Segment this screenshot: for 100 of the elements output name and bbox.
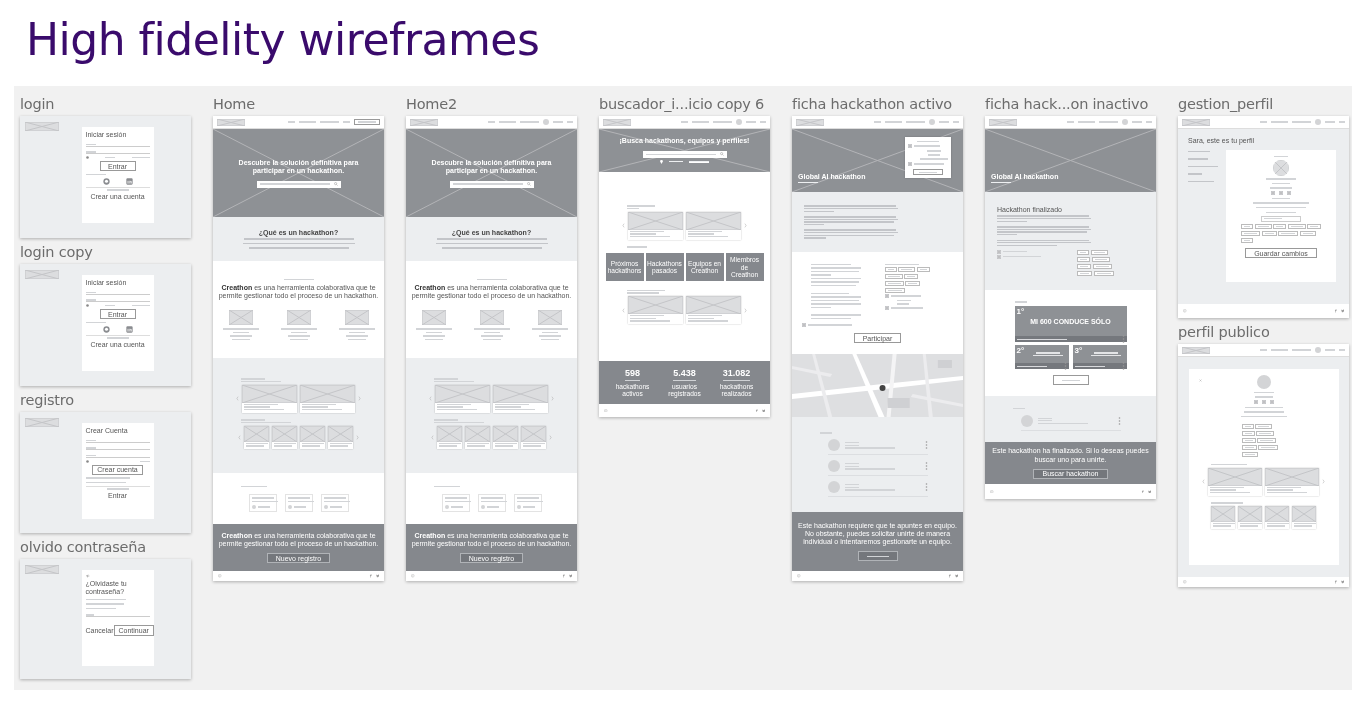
hackathon-card[interactable] [521,425,546,450]
placeholder-text-line [241,485,267,488]
image-placeholder [217,118,245,126]
placeholder-text-line [1292,121,1311,123]
image-placeholder [1182,346,1210,354]
placeholder-text-line [1078,121,1095,123]
artboard-label[interactable]: login [20,96,191,113]
member-row[interactable] [827,478,928,498]
search-icon [526,182,531,186]
social-icon [1340,580,1344,584]
image-placeholder [410,118,438,126]
cta-button[interactable] [857,551,898,562]
input-field[interactable] [85,611,150,618]
artboard[interactable] [213,116,384,581]
placeholder-text-line [1240,415,1287,418]
placeholder-text-line [810,263,851,265]
avatar-icon [287,504,292,509]
member-row[interactable] [827,457,928,477]
hackathon-card[interactable] [1211,506,1235,530]
social-icon [568,574,572,578]
hackathon-card[interactable] [1238,506,1262,530]
participants-button[interactable] [1052,375,1089,386]
hackathon-card[interactable] [1265,467,1319,496]
hackathon-card[interactable] [628,296,683,325]
hackathon-card[interactable] [244,425,269,450]
placeholder-text-line [627,246,647,248]
artboard-label[interactable]: olvido contraseña [20,539,191,556]
hackathon-card[interactable] [493,385,548,413]
winner-card[interactable]: 2° [1014,345,1069,370]
search-field[interactable] [256,180,341,188]
hackathon-card[interactable] [242,385,297,413]
hackathon-card[interactable] [300,425,325,450]
image-placeholder [244,425,269,442]
event-button[interactable] [913,169,943,176]
placeholder-text-line [669,161,683,163]
artboard-label[interactable]: Home2 [406,96,577,113]
social-icon [755,408,759,413]
input-field[interactable] [85,444,150,451]
artboard-label[interactable]: login copy [20,244,191,261]
hackathon-card[interactable] [300,385,355,413]
avatar-icon [1122,119,1128,125]
winner-card[interactable]: 3° [1072,345,1127,370]
image-placeholder [796,118,824,126]
hackathon-card[interactable] [628,211,683,240]
placeholder-text-line [1015,301,1027,303]
image-placeholder [1292,506,1316,523]
hackathon-card[interactable] [437,425,462,450]
hackathon-card[interactable] [686,296,741,325]
input-field[interactable] [85,452,150,458]
avatar-icon [251,504,256,509]
github-icon [102,325,110,333]
hackathon-card[interactable] [435,385,490,413]
artboard-label[interactable]: buscador_i...icio copy 6 [599,96,770,113]
avatar-icon [1315,119,1321,125]
member-row[interactable] [827,436,928,456]
artboard-label[interactable]: registro [20,392,191,409]
placeholder-text-line [890,295,921,297]
hackathon-card[interactable] [1265,506,1289,530]
image-placeholder [286,309,311,325]
hackathon-card[interactable] [493,425,518,450]
placeholder-text-line [299,121,316,123]
placeholder-text-line [499,121,516,123]
placeholder-text-line [1188,150,1210,152]
stat-value: 5.438 [673,367,696,381]
hackathon-card[interactable] [272,425,297,450]
image-placeholder [25,122,59,131]
image-placeholder [242,385,297,404]
hackathon-card[interactable] [1292,506,1316,530]
input-field[interactable] [85,437,150,443]
placeholder-text-line [810,292,849,294]
input-field[interactable] [85,289,150,295]
artboard-label[interactable]: perfil publico [1178,324,1349,341]
placeholder-text-line [1188,165,1218,168]
placeholder-text-line [890,307,923,309]
search-field[interactable] [449,180,534,188]
input-field[interactable] [1261,215,1301,222]
artboard-label[interactable]: ficha hackathon activo [792,96,963,113]
signup-button[interactable] [354,119,380,125]
image-placeholder [493,385,548,404]
placeholder-text-line [798,182,818,184]
hackathon-card[interactable] [686,211,741,240]
artboard[interactable] [1178,344,1349,587]
artboard-label[interactable]: Home [213,96,384,113]
input-field[interactable] [85,141,150,147]
input-field[interactable] [85,296,150,303]
stat-value: 598 [625,367,640,381]
place-number: 2° [1016,346,1025,356]
image-placeholder [1273,159,1289,176]
artboard-label[interactable]: ficha hack...on inactivo [985,96,1156,113]
search-field[interactable] [642,150,727,158]
artboard[interactable] [406,116,577,581]
image-placeholder [603,118,631,126]
hackathon-card[interactable] [465,425,490,450]
hackathon-card[interactable] [328,425,353,450]
image-placeholder [1265,467,1319,486]
artboard-label[interactable]: gestion_perfil [1178,96,1349,113]
input-field[interactable] [85,148,150,155]
image-placeholder [1208,467,1262,486]
placeholder-text-line [1325,121,1335,123]
hackathon-card[interactable] [1208,467,1262,496]
